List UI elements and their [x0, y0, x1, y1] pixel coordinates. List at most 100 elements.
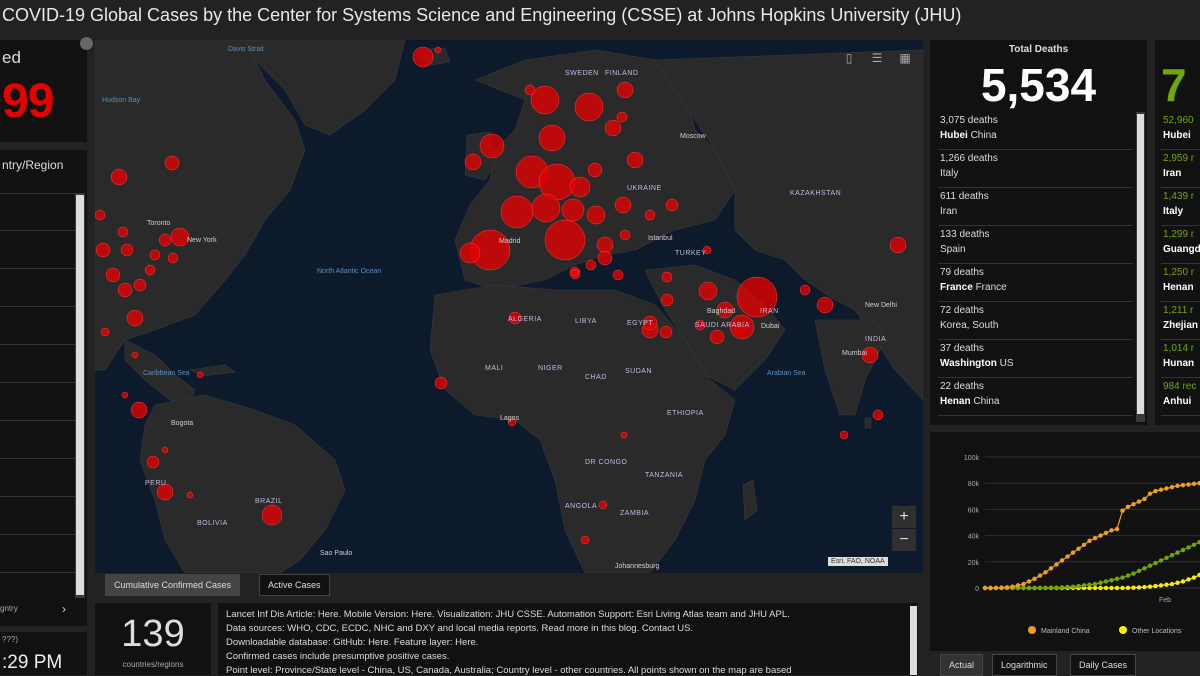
case-bubble[interactable] [164, 155, 180, 171]
tab-actual[interactable]: Actual [940, 654, 984, 676]
case-bubble[interactable] [626, 151, 644, 169]
case-bubble[interactable] [524, 84, 536, 96]
list-icon[interactable]: ☰ [866, 48, 888, 68]
list-item[interactable]: 1,211 r Zhejian [1161, 302, 1200, 340]
list-item[interactable]: 1,439 r Italy [1161, 188, 1200, 226]
case-bubble[interactable] [412, 46, 434, 68]
case-bubble[interactable] [544, 219, 586, 261]
case-bubble[interactable] [459, 242, 481, 264]
list-item[interactable]: 611 deaths Iran [938, 188, 1133, 226]
case-bubble[interactable] [434, 376, 448, 390]
case-bubble[interactable] [261, 504, 283, 526]
case-bubble[interactable] [660, 293, 674, 307]
list-item[interactable]: 1,266 deaths Italy [938, 150, 1133, 188]
case-bubble[interactable] [196, 371, 204, 379]
list-item[interactable]: 1,250 r Henan [1161, 264, 1200, 302]
case-bubble[interactable] [479, 133, 505, 159]
list-item[interactable]: 3,075 deaths Hubei China [938, 112, 1133, 150]
case-bubble[interactable] [597, 250, 613, 266]
chart-point [1021, 585, 1026, 591]
case-bubble[interactable] [620, 431, 628, 439]
case-bubble[interactable] [133, 278, 147, 292]
case-bubble[interactable] [95, 242, 111, 258]
case-bubble[interactable] [586, 205, 606, 225]
list-item[interactable]: 22 deaths Henan China [938, 378, 1133, 416]
case-bubble[interactable] [585, 259, 597, 271]
case-bubble[interactable] [659, 325, 673, 339]
list-item[interactable]: 133 deaths Spain [938, 226, 1133, 264]
case-bubble[interactable] [531, 193, 561, 223]
chart-point [1175, 550, 1180, 555]
case-bubble[interactable] [709, 329, 725, 345]
case-bubble[interactable] [661, 271, 673, 283]
total-recovered-panel: 7 52,960 Hubei 2,959 r Iran 1,439 r Italy 1… [1155, 40, 1200, 425]
case-bubble[interactable] [149, 249, 161, 261]
case-bubble[interactable] [131, 351, 139, 359]
case-bubble[interactable] [644, 209, 656, 221]
case-bubble[interactable] [665, 198, 679, 212]
list-item[interactable]: 2,959 r Iran [1161, 150, 1200, 188]
tab-logarithmic[interactable]: Logarithmic [992, 654, 1057, 676]
case-bubble[interactable] [612, 269, 624, 281]
case-bubble[interactable] [538, 124, 566, 152]
case-bubble[interactable] [167, 252, 179, 264]
case-bubble[interactable] [598, 500, 608, 510]
world-map[interactable]: Davis Strait Hudson Bay North Atlantic O… [95, 40, 923, 573]
tab-active-cases[interactable]: Active Cases [259, 574, 330, 596]
case-bubble[interactable] [146, 455, 160, 469]
case-bubble[interactable] [596, 236, 614, 254]
tab-daily-cases[interactable]: Daily Cases [1070, 654, 1137, 676]
case-bubble[interactable] [130, 401, 148, 419]
case-bubble[interactable] [500, 195, 534, 229]
bookmark-icon[interactable]: ▯ [838, 48, 860, 68]
case-bubble[interactable] [117, 282, 133, 298]
case-bubble[interactable] [120, 243, 134, 257]
country-list-scroll-thumb[interactable] [76, 195, 84, 595]
case-bubble[interactable] [105, 267, 121, 283]
case-bubble[interactable] [121, 391, 129, 399]
credits-scrollbar[interactable] [910, 606, 917, 675]
list-item[interactable]: 1,299 r Guangd [1161, 226, 1200, 264]
zoom-out-button[interactable]: − [892, 529, 916, 551]
case-bubble[interactable] [872, 409, 884, 421]
case-bubble[interactable] [604, 119, 622, 137]
info-icon[interactable] [80, 37, 93, 50]
case-bubble[interactable] [186, 491, 194, 499]
list-item[interactable]: 1,014 r Hunan [1161, 340, 1200, 378]
list-item[interactable]: 37 deaths Washington US [938, 340, 1133, 378]
basemap-gallery-icon[interactable]: ▦ [894, 48, 916, 68]
case-bubble[interactable] [816, 296, 834, 314]
case-bubble[interactable] [580, 535, 590, 545]
case-bubble[interactable] [698, 281, 718, 301]
case-bubble[interactable] [464, 153, 482, 171]
case-bubble[interactable] [587, 162, 603, 178]
case-bubble[interactable] [616, 111, 628, 123]
case-bubble[interactable] [110, 168, 128, 186]
list-item[interactable]: 52,960 Hubei [1161, 112, 1200, 150]
case-bubble[interactable] [95, 209, 106, 221]
deaths-list-scroll-thumb[interactable] [1137, 114, 1144, 414]
case-bubble[interactable] [126, 309, 144, 327]
case-bubble[interactable] [158, 233, 172, 247]
chevron-right-icon[interactable]: › [62, 602, 66, 616]
case-bubble[interactable] [569, 176, 591, 198]
case-bubble[interactable] [616, 81, 634, 99]
list-item[interactable]: 79 deaths France France [938, 264, 1133, 302]
case-bubble[interactable] [799, 284, 811, 296]
case-bubble[interactable] [144, 264, 156, 276]
list-item[interactable]: 984 rec Anhui [1161, 378, 1200, 416]
case-bubble[interactable] [619, 229, 631, 241]
case-bubble[interactable] [571, 269, 579, 277]
tab-cumulative-confirmed[interactable]: Cumulative Confirmed Cases [105, 574, 241, 596]
case-bubble[interactable] [100, 327, 110, 337]
case-bubble[interactable] [161, 446, 169, 454]
case-bubble[interactable] [574, 92, 604, 122]
list-item[interactable]: 72 deaths Korea, South [938, 302, 1133, 340]
case-bubble[interactable] [839, 430, 849, 440]
case-bubble[interactable] [614, 196, 632, 214]
case-bubble[interactable] [434, 46, 442, 54]
case-bubble[interactable] [889, 236, 907, 254]
case-bubble[interactable] [561, 198, 585, 222]
zoom-in-button[interactable]: + [892, 506, 916, 528]
case-bubble[interactable] [117, 226, 129, 238]
